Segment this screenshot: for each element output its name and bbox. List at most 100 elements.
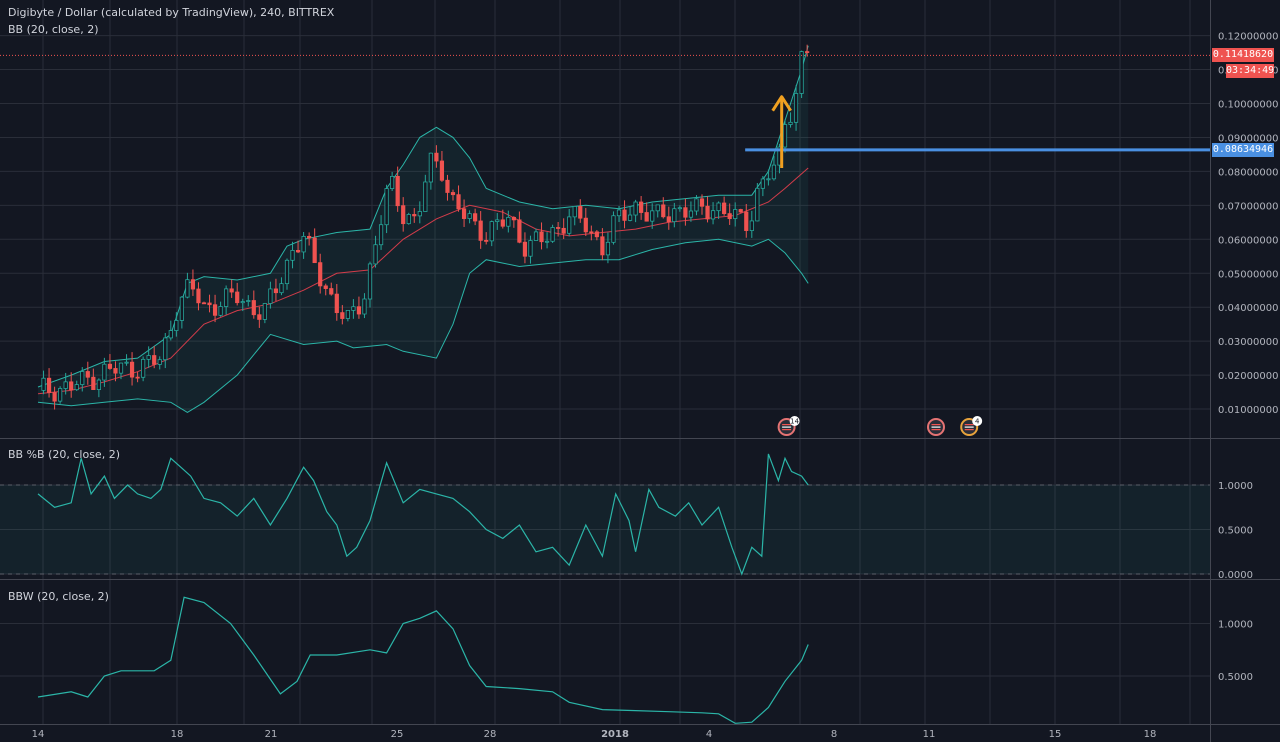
candle-bearish — [683, 207, 688, 218]
candle-bullish — [384, 188, 389, 226]
candle-bullish — [157, 359, 162, 365]
candle-bullish — [489, 221, 494, 242]
date-tick-label: 15 — [1049, 729, 1062, 740]
candle-bullish — [544, 240, 550, 243]
event-badge-count: 14 — [790, 418, 799, 426]
price-tick-label: 0.08000000 — [1218, 167, 1278, 178]
bbw-indicator-label[interactable]: BBW (20, close, 2) — [8, 590, 109, 603]
candle-bullish — [279, 283, 284, 294]
event-badge-count: 4 — [975, 418, 980, 426]
candle-bearish — [235, 291, 240, 304]
candle-bearish — [517, 219, 522, 243]
candle-bullish — [290, 250, 295, 261]
candle-bearish — [190, 279, 196, 290]
flag-stripe — [964, 429, 974, 431]
candle-bullish — [96, 379, 101, 390]
candle-bearish — [722, 202, 727, 215]
candle-bearish — [473, 213, 478, 222]
candle-bullish — [345, 310, 350, 319]
bb-indicator-label[interactable]: BB (20, close, 2) — [8, 23, 99, 36]
candle-bullish — [760, 178, 765, 189]
candle-bearish — [434, 152, 439, 162]
candle-bullish — [567, 216, 572, 234]
candle-bullish — [672, 208, 677, 223]
price-tick-label: 0.05000000 — [1218, 269, 1278, 280]
candle-bullish — [179, 296, 184, 321]
candle-bearish — [329, 288, 334, 295]
candle-bullish — [224, 288, 229, 307]
pctb-tick-label: 1.0000 — [1218, 481, 1253, 492]
candle-bearish — [589, 231, 594, 234]
date-tick-label: 4 — [706, 729, 712, 740]
tradingview-chart[interactable]: 0.120000000.110000000.100000000.09000000… — [0, 0, 1280, 742]
price-tick-label: 0.04000000 — [1218, 303, 1278, 314]
candle-bearish — [666, 216, 671, 223]
candle-bullish — [655, 204, 660, 212]
date-tick-label: 11 — [923, 729, 936, 740]
bbw-tick-label: 0.5000 — [1218, 672, 1253, 683]
candle-bearish — [318, 262, 323, 287]
candle-bearish — [340, 312, 345, 319]
date-tick-label: 18 — [1144, 729, 1157, 740]
candle-bullish — [218, 306, 223, 316]
candle-bullish — [141, 358, 146, 378]
candle-bearish — [738, 209, 743, 213]
candle-bullish — [788, 121, 793, 125]
candle-bullish — [771, 164, 777, 180]
candle-bullish — [373, 244, 378, 265]
price-tick-label: 0.03000000 — [1218, 337, 1278, 348]
candle-bearish — [583, 217, 588, 233]
date-tick-label: 2018 — [601, 729, 629, 740]
candle-bearish — [229, 288, 234, 293]
candle-bullish — [495, 219, 500, 223]
candle-bullish — [284, 259, 290, 285]
candle-bullish — [793, 93, 799, 123]
price-tick-label: 0.07000000 — [1218, 201, 1278, 212]
date-tick-label: 28 — [484, 729, 497, 740]
candle-bullish — [417, 211, 422, 217]
candle-bullish — [572, 206, 577, 218]
date-tick-label: 21 — [265, 729, 278, 740]
candle-bullish — [351, 306, 356, 311]
candle-bearish — [107, 363, 113, 369]
candle-bullish — [240, 301, 245, 304]
candle-bullish — [688, 210, 694, 218]
us-flag-event-icon — [927, 418, 945, 436]
candle-bearish — [412, 214, 417, 217]
candle-bearish — [113, 368, 118, 374]
candle-bearish — [639, 201, 644, 213]
candle-bearish — [478, 220, 483, 241]
candle-bullish — [428, 152, 433, 183]
candle-bullish — [677, 207, 682, 210]
candle-bearish — [600, 236, 605, 256]
candle-bearish — [91, 376, 96, 390]
candle-bullish — [174, 320, 179, 331]
candle-bearish — [395, 175, 400, 207]
candle-bearish — [699, 198, 705, 207]
pctb-indicator-label[interactable]: BB %B (20, close, 2) — [8, 448, 120, 461]
candle-bearish — [135, 376, 140, 379]
candle-bearish — [85, 371, 90, 378]
date-tick-label: 8 — [831, 729, 837, 740]
candle-bullish — [528, 240, 533, 257]
candle-bearish — [152, 355, 157, 365]
pctb-band-fill — [0, 485, 1210, 574]
date-tick-label: 18 — [171, 729, 184, 740]
candle-bearish — [196, 288, 201, 304]
candle-bullish — [694, 198, 699, 212]
candle-bullish — [627, 214, 633, 221]
candle-bearish — [578, 206, 583, 219]
candle-bullish — [550, 227, 555, 242]
price-tick-label: 0.12000000 — [1218, 32, 1278, 43]
candle-bullish — [782, 124, 788, 148]
candle-bearish — [450, 192, 456, 196]
candle-bullish — [63, 381, 68, 389]
candle-bearish — [207, 302, 212, 306]
candle-bearish — [356, 306, 362, 315]
candle-bearish — [439, 160, 445, 181]
candle-bullish — [185, 279, 190, 298]
candle-bearish — [705, 205, 710, 220]
candle-bearish — [622, 209, 627, 221]
date-tick-label: 25 — [391, 729, 404, 740]
candle-bearish — [500, 219, 505, 227]
